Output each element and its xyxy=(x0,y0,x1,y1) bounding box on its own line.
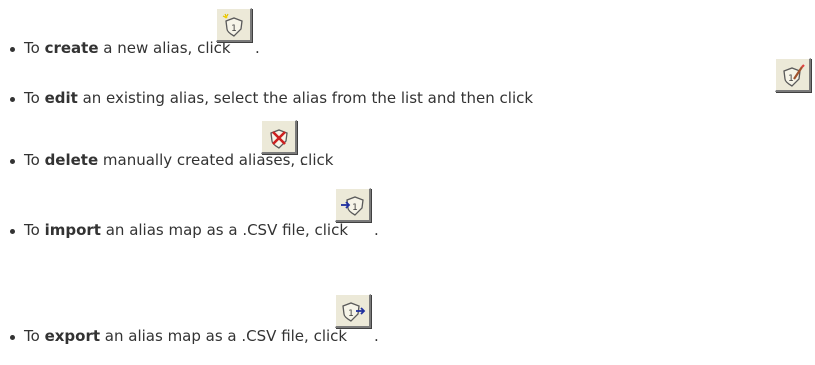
period: . xyxy=(374,327,379,345)
keyword-edit: edit xyxy=(44,89,78,107)
list-item-delete: To delete manually created aliases, clic… xyxy=(0,112,815,169)
period: . xyxy=(374,221,379,239)
list-item-edit: To edit an existing alias, select the al… xyxy=(0,56,815,112)
list-item-import: To import an alias map as a .CSV file, c… xyxy=(0,188,815,256)
item-text-import: To import an alias map as a .CSV file, c… xyxy=(24,221,349,239)
new-alias-button[interactable]: 1 xyxy=(216,8,252,42)
item-text-edit: To edit an existing alias, select the al… xyxy=(24,89,534,107)
delete-alias-icon xyxy=(269,128,288,149)
keyword-create: create xyxy=(44,39,99,57)
bullet xyxy=(10,47,15,52)
list-item-create: To create a new alias, click 1 . xyxy=(0,0,815,57)
bullet xyxy=(10,335,15,340)
import-alias-icon: 1 xyxy=(340,195,364,216)
bullet xyxy=(10,159,15,164)
keyword-delete: delete xyxy=(44,151,99,169)
keyword-import: import xyxy=(44,221,101,239)
edit-alias-button[interactable]: 1 xyxy=(775,58,811,92)
period: . xyxy=(300,151,305,169)
bullet xyxy=(10,97,15,102)
export-alias-button[interactable]: 1 xyxy=(335,294,371,328)
export-alias-icon: 1 xyxy=(341,301,365,322)
svg-text:1: 1 xyxy=(352,203,358,213)
period: . xyxy=(255,39,260,57)
delete-alias-button[interactable] xyxy=(261,120,297,154)
bullet xyxy=(10,229,15,234)
edit-alias-icon: 1 xyxy=(782,63,805,87)
svg-text:1: 1 xyxy=(231,24,237,34)
svg-text:1: 1 xyxy=(348,309,354,319)
item-text-export: To export an alias map as a .CSV file, c… xyxy=(24,327,348,345)
list-item-export: To export an alias map as a .CSV file, c… xyxy=(0,258,815,345)
item-text-create: To create a new alias, click xyxy=(24,39,231,57)
import-alias-button[interactable]: 1 xyxy=(335,188,371,222)
keyword-export: export xyxy=(44,327,101,345)
new-alias-icon: 1 xyxy=(222,13,243,37)
svg-text:1: 1 xyxy=(788,74,794,84)
